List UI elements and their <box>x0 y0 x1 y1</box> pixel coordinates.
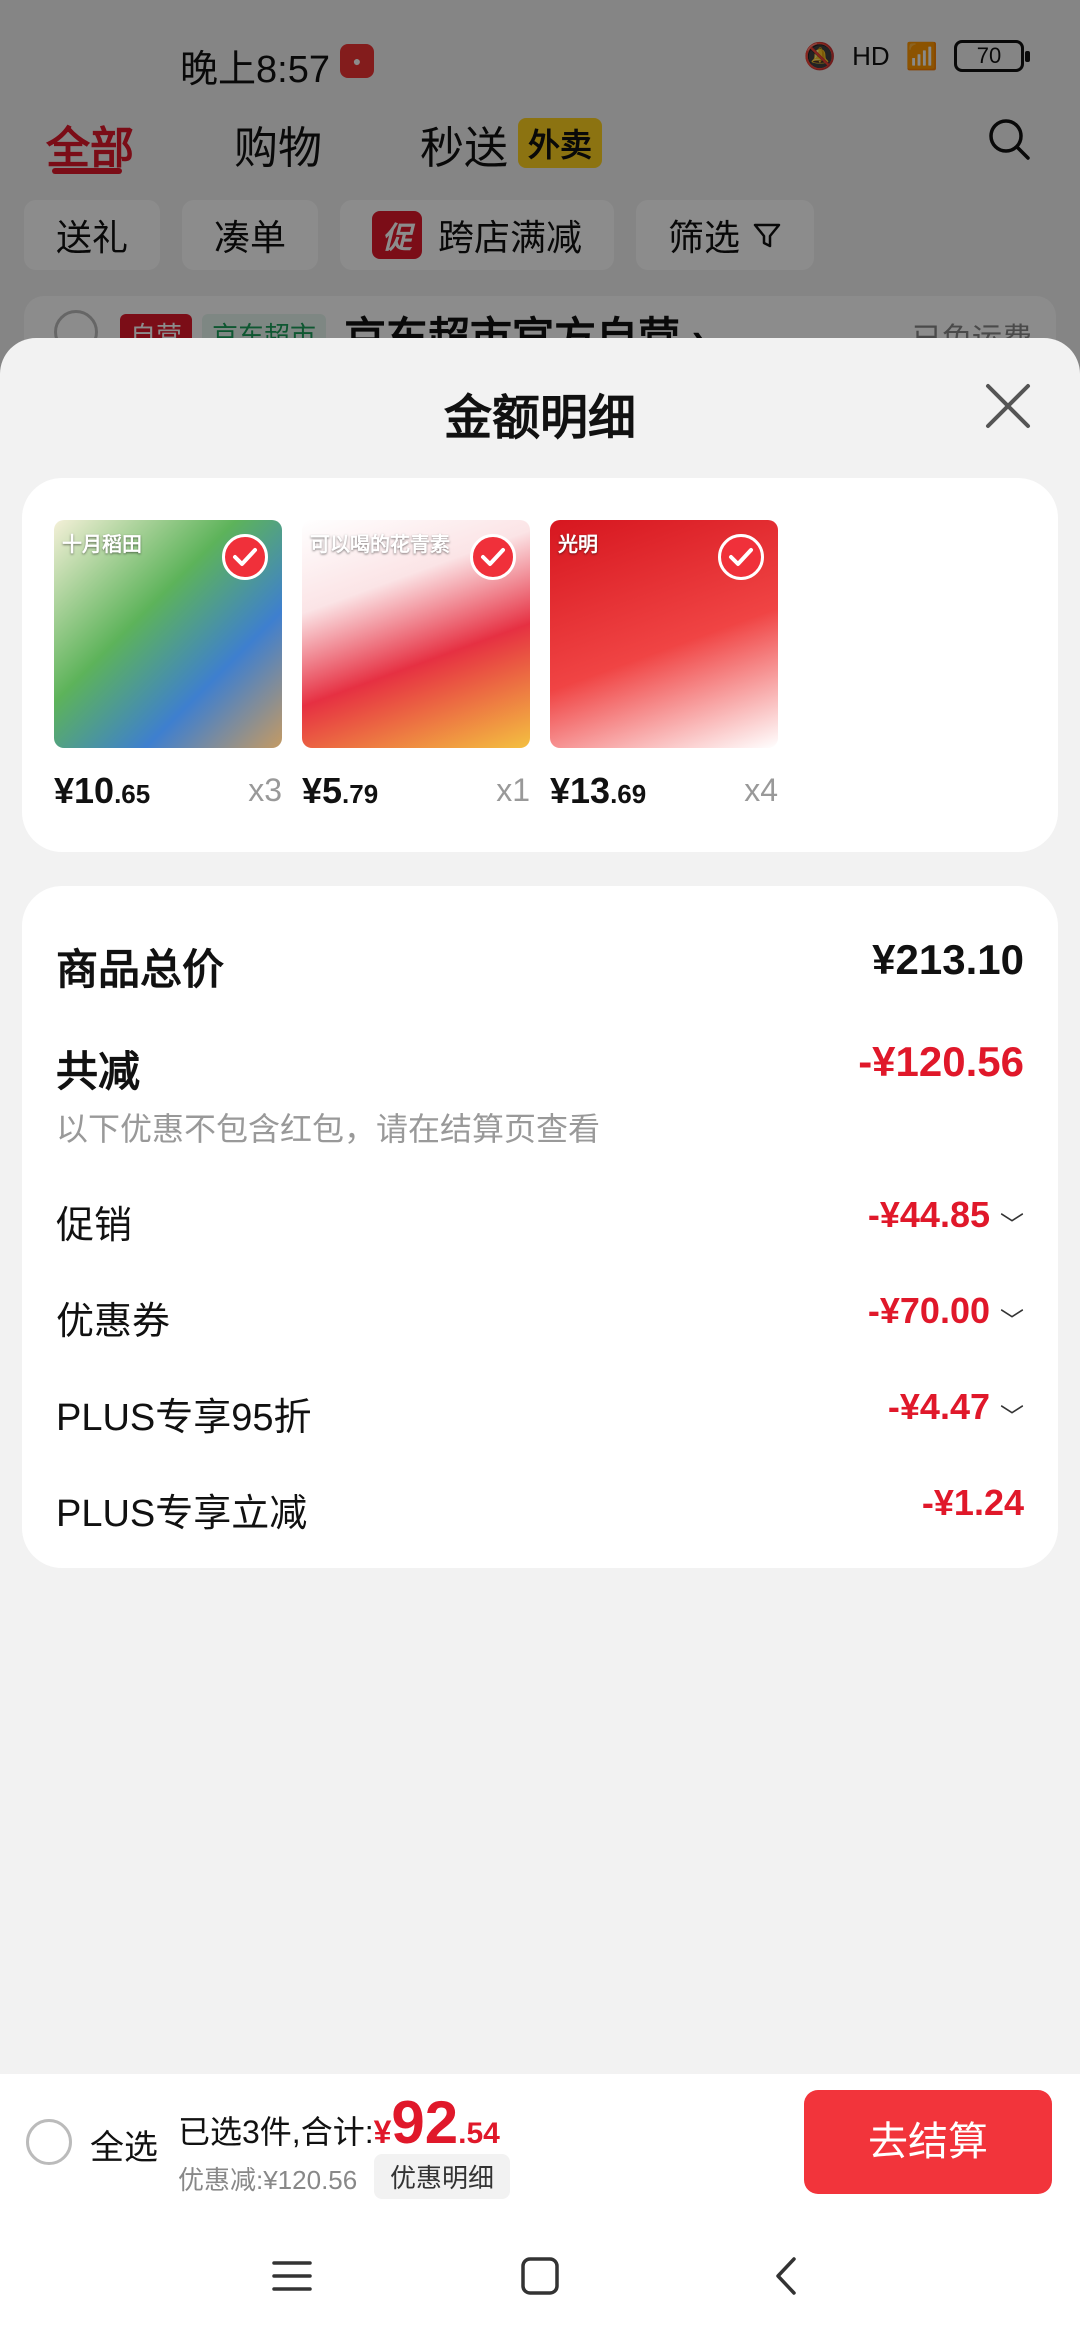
product-image: 可以喝的花青素 <box>302 520 530 748</box>
close-icon[interactable] <box>980 378 1036 434</box>
check-icon <box>470 534 516 580</box>
amount-detail-sheet: 金额明细 十月稻田 ¥10.65 x3 可以喝的花青素 ¥5.79 x1 光明 … <box>0 338 1080 2074</box>
home-icon[interactable] <box>518 2254 562 2298</box>
discount-label: 优惠券 <box>56 1301 171 1343</box>
menu-icon[interactable] <box>270 2254 314 2298</box>
check-icon <box>718 534 764 580</box>
discount-label: PLUS专享95折 <box>56 1397 312 1439</box>
discount-summary: 优惠减:¥120.56 <box>178 2165 358 2195</box>
product-item[interactable]: 十月稻田 ¥10.65 x3 <box>54 520 282 811</box>
price-breakdown-card: 商品总价 ¥213.10 共减 -¥120.56 以下优惠不包含红包，请在结算页… <box>22 886 1058 1568</box>
product-price: ¥5.79 <box>302 770 379 811</box>
back-icon[interactable] <box>766 2254 810 2298</box>
discount-value: -¥44.85 <box>867 1194 990 1235</box>
product-image: 光明 <box>550 520 778 748</box>
product-quantity: x1 <box>496 772 530 808</box>
discount-row-plus-95[interactable]: PLUS专享95折 -¥4.47 ﹀ <box>56 1386 1024 1439</box>
chevron-down-icon: ﹀ <box>1000 1212 1024 1240</box>
selected-count-text: 已选3件,合计: <box>178 2114 374 2150</box>
discount-row-promotion[interactable]: 促销 -¥44.85 ﹀ <box>56 1194 1024 1247</box>
sheet-title: 金额明细 <box>443 392 636 445</box>
total-reduction-label: 共减 <box>56 1048 141 1095</box>
product-quantity: x3 <box>248 772 282 808</box>
total-summary: 已选3件,合计:¥92.54 <box>178 2088 500 2157</box>
discount-value: -¥70.00 <box>867 1290 990 1331</box>
discount-row-coupon[interactable]: 优惠券 -¥70.00 ﹀ <box>56 1290 1024 1343</box>
system-nav-bar <box>0 2210 1080 2340</box>
chevron-down-icon: ﹀ <box>1000 1404 1024 1432</box>
product-image-label: 十月稻田 <box>62 534 142 556</box>
discount-note: 以下优惠不包含红包，请在结算页查看 <box>56 1104 1024 1148</box>
discount-label: 促销 <box>56 1205 133 1247</box>
selected-products-card: 十月稻田 ¥10.65 x3 可以喝的花青素 ¥5.79 x1 光明 ¥13.6… <box>22 478 1058 852</box>
product-price: ¥13.69 <box>550 770 647 811</box>
discount-value-wrap: -¥70.00 ﹀ <box>868 1290 1024 1336</box>
discount-row-plus-instant: PLUS专享立减 -¥1.24 <box>56 1482 1024 1535</box>
chevron-down-icon: ﹀ <box>1000 1308 1024 1336</box>
total-price-row: 商品总价 ¥213.10 <box>56 936 1024 993</box>
select-all-radio[interactable] <box>26 2119 72 2165</box>
check-icon <box>222 534 268 580</box>
total-currency: ¥ <box>373 2114 392 2150</box>
checkout-button[interactable]: 去结算 <box>804 2090 1052 2194</box>
product-image-label: 可以喝的花青素 <box>310 534 450 556</box>
checkout-bar: 全选 已选3件,合计:¥92.54 优惠减:¥120.56 优惠明细 去结算 <box>0 2074 1080 2210</box>
total-reduction-row: 共减 -¥120.56 <box>56 1038 1024 1095</box>
discount-label: PLUS专享立减 <box>56 1493 308 1535</box>
total-reduction-value: -¥120.56 <box>858 1038 1024 1085</box>
product-image-label: 光明 <box>558 534 598 556</box>
discount-value: -¥1.24 <box>921 1482 1024 1523</box>
discount-value-wrap: -¥4.47 ﹀ <box>888 1386 1024 1432</box>
select-all-label[interactable]: 全选 <box>90 2120 158 2169</box>
total-price-label: 商品总价 <box>56 946 225 993</box>
product-item[interactable]: 光明 ¥13.69 x4 <box>550 520 778 811</box>
discount-value: -¥4.47 <box>887 1386 990 1427</box>
discount-detail-button[interactable]: 优惠明细 <box>374 2154 511 2199</box>
total-price-value: ¥213.10 <box>872 936 1024 983</box>
discount-value-wrap: -¥44.85 ﹀ <box>868 1194 1024 1240</box>
product-price: ¥10.65 <box>54 770 151 811</box>
product-image: 十月稻田 <box>54 520 282 748</box>
product-item[interactable]: 可以喝的花青素 ¥5.79 x1 <box>302 520 530 811</box>
total-amount-int: 92 <box>391 2089 459 2156</box>
total-amount-dec: .54 <box>458 2117 500 2150</box>
discount-note-text: 以下优惠不包含红包，请在结算页查看 <box>56 1111 601 1147</box>
product-quantity: x4 <box>744 772 778 808</box>
